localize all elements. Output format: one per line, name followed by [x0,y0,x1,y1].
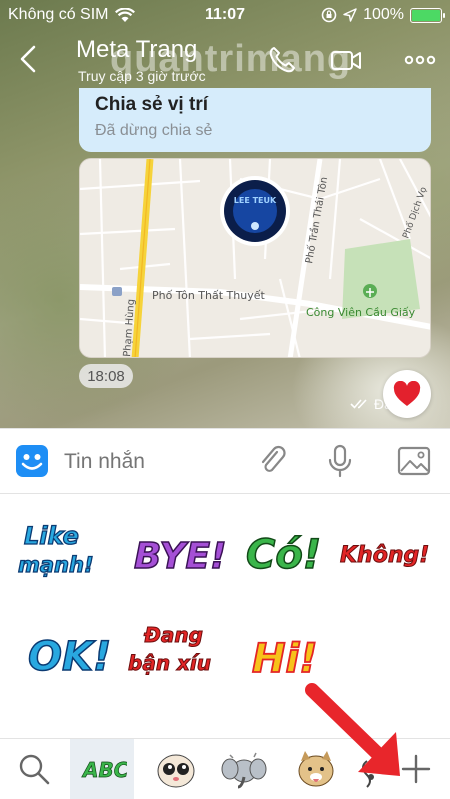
sticker-search-tab[interactable] [2,739,66,799]
sticker-tab-abc[interactable]: ABC [70,739,134,799]
orientation-lock-icon [321,7,337,23]
message-time: 18:08 [79,364,133,388]
sticker-co[interactable]: Có! [236,520,336,582]
video-camera-icon [331,51,361,70]
svg-text:ABC: ABC [81,758,127,782]
video-call-button[interactable] [326,40,366,80]
message-composer [0,428,450,494]
sticker-panel: Like mạnh! BYE! Có! Không! OK! Đang bận … [0,494,450,738]
share-title: Chia sẻ vị trí [95,94,208,115]
paperclip-icon [261,445,286,472]
status-bar: Không có SIM 11:07 100% [0,0,450,30]
back-button[interactable] [14,44,44,74]
add-sticker-button[interactable] [384,739,448,799]
contact-name[interactable]: Meta Trang [76,36,197,64]
sticker-tab-partial[interactable] [348,739,388,799]
abc-sticker-icon: ABC [81,758,127,783]
heart-icon [393,381,421,406]
svg-text:mạnh!: mạnh! [18,553,94,577]
battery-icon [410,7,445,23]
attach-button[interactable] [255,443,291,479]
dog-sticker-icon [298,751,334,787]
svg-text:BYE!: BYE! [134,536,226,577]
cute-face-sticker-icon [157,754,195,788]
elephant-sticker-icon [221,752,267,789]
chevron-left-icon [20,45,36,73]
svg-text:bận xíu: bận xíu [128,651,211,675]
smiley-icon [16,445,48,477]
message-input[interactable] [62,441,256,483]
svg-text:Có!: Có! [246,532,321,578]
share-subtitle: Đã dừng chia sẻ [95,122,213,139]
partial-sticker-icon [362,760,374,788]
image-icon [397,446,431,476]
battery-fill [412,9,440,21]
svg-text:OK!: OK! [28,634,111,680]
svg-text:Đang: Đang [143,623,203,647]
sticker-tab-dog[interactable] [284,739,348,799]
add-icon [401,754,431,784]
sticker-bye[interactable]: BYE! [126,522,227,584]
more-options-button[interactable] [400,40,440,80]
battery-percent: 100% [363,6,404,23]
sticker-tab-elephant[interactable] [212,739,276,799]
sticker-ok[interactable]: OK! [20,622,120,684]
map-park-label: Công Viên Cầu Giấy [306,306,416,319]
call-button[interactable] [262,40,302,80]
map-image: Phố Tôn Thất Thuyết Phố Trần Thái Tôn Ph… [80,159,430,357]
marker-label: LEE TEUK [234,196,277,205]
more-dots-icon [404,55,436,65]
map-marker: LEE TEUK [220,176,290,246]
search-icon [19,754,50,785]
sticker-khong[interactable]: Không! [336,528,436,590]
contact-status: Truy cập 3 giờ trước [78,68,206,84]
sticker-hi[interactable]: Hi! [244,622,344,684]
svg-text:Like: Like [24,522,79,550]
svg-text:Không!: Không! [340,543,429,568]
microphone-icon [328,444,352,478]
chat-header: Meta Trang Truy cập 3 giờ trước [0,30,450,90]
sticker-like-manh[interactable]: Like mạnh! [12,518,112,580]
location-share-message[interactable]: Chia sẻ vị trí Đã dừng chia sẻ [79,88,431,152]
map-street-label: Phố Tôn Thất Thuyết [152,289,265,302]
sticker-tab-cute[interactable] [144,739,208,799]
map-message[interactable]: Phố Tôn Thất Thuyết Phố Trần Thái Tôn Ph… [79,158,431,358]
status-right: 100% [321,6,445,24]
react-heart-button[interactable] [383,370,431,418]
emoji-button[interactable] [14,443,50,479]
phone-icon [269,47,295,73]
double-check-icon [350,399,367,409]
location-arrow-icon [343,8,357,22]
svg-text:Hi!: Hi! [252,636,317,682]
voice-button[interactable] [322,443,358,479]
sticker-tray: ABC [0,738,450,799]
photo-button[interactable] [396,443,432,479]
sticker-dang-ban-xiu[interactable]: Đang bận xíu [124,618,224,680]
